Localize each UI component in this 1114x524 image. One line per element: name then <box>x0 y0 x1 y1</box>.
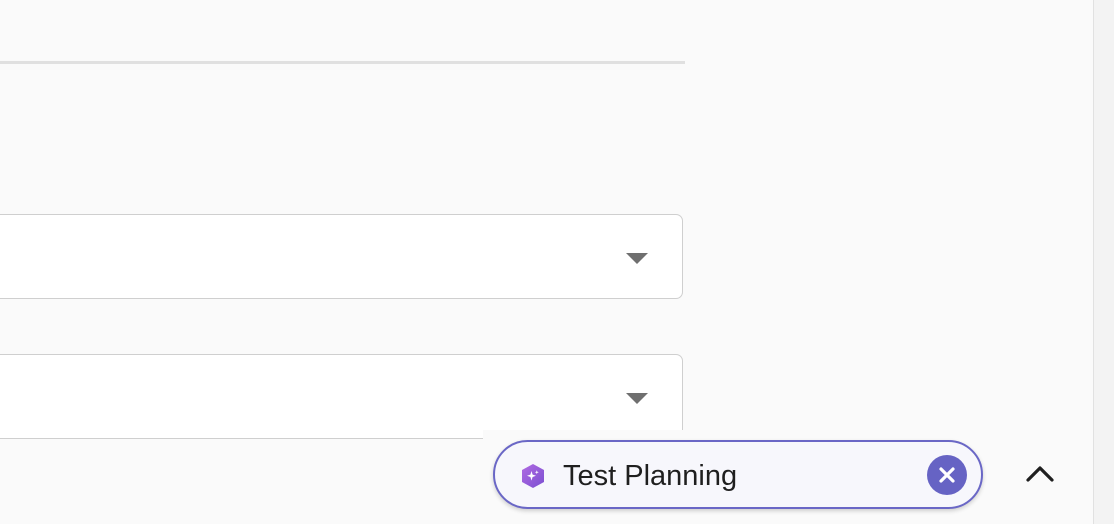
collapse-button[interactable] <box>1016 454 1064 498</box>
active-filter-chip[interactable]: Test Planning <box>493 440 983 509</box>
sparkle-hexagon-icon <box>520 463 546 489</box>
close-icon[interactable] <box>927 455 967 495</box>
dropdown-select-1[interactable] <box>0 214 683 299</box>
dropdown-select-2[interactable] <box>0 354 683 439</box>
chip-label: Test Planning <box>563 460 738 492</box>
caret-down-icon <box>626 393 648 404</box>
right-scrollbar-track[interactable] <box>1093 0 1114 524</box>
section-divider <box>0 61 685 64</box>
chevron-up-icon <box>1025 464 1055 489</box>
caret-down-icon <box>626 253 648 264</box>
